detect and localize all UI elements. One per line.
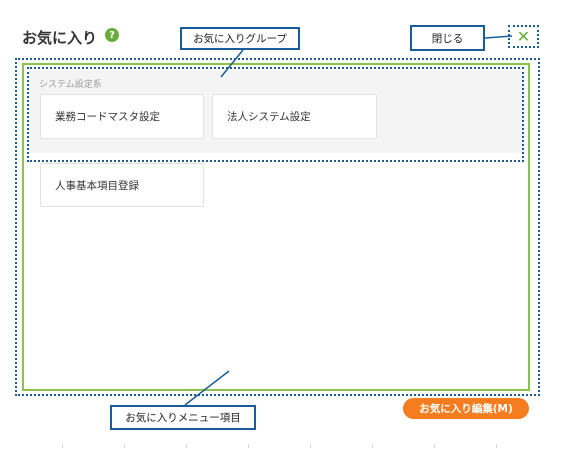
divider-tick (434, 444, 435, 448)
divider-tick (186, 444, 187, 448)
divider-tick (310, 444, 311, 448)
callout-close: 閉じる (410, 25, 485, 51)
divider-tick (372, 444, 373, 448)
divider-tick (248, 444, 249, 448)
divider-tick (496, 444, 497, 448)
callout-favorite-group: お気に入りグループ (180, 27, 300, 50)
callout-connector-lines (184, 35, 513, 406)
callout-favorite-menu-item: お気に入りメニュー項目 (110, 405, 256, 430)
divider-tick (124, 444, 125, 448)
favorites-edit-button[interactable]: お気に入り編集(M) (403, 398, 529, 419)
divider-tick (62, 444, 63, 448)
